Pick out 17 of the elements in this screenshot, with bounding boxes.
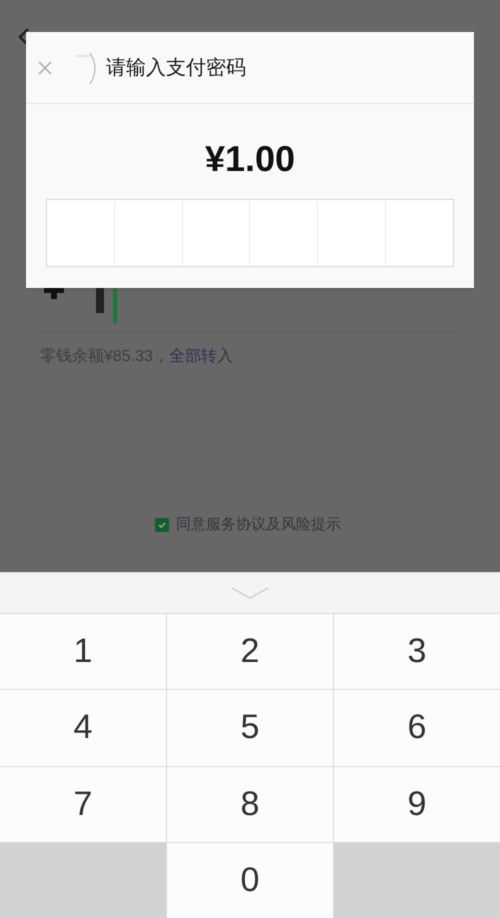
dialog-title: 请输入支付密码 bbox=[106, 56, 246, 80]
digit-key[interactable]: 6 bbox=[334, 690, 500, 766]
digit-key[interactable]: 2 bbox=[167, 614, 333, 690]
digit-key[interactable]: 1 bbox=[0, 614, 166, 690]
digit-key[interactable]: 8 bbox=[167, 766, 333, 842]
close-icon[interactable] bbox=[38, 60, 52, 74]
digit-key[interactable]: 4 bbox=[0, 690, 166, 766]
digit-key[interactable]: 9 bbox=[334, 766, 500, 842]
collapse-chevron-icon[interactable] bbox=[231, 587, 269, 599]
agreement-checkbox[interactable] bbox=[155, 518, 169, 532]
digit-key[interactable]: 0 bbox=[167, 842, 333, 918]
back-icon[interactable] bbox=[18, 28, 30, 46]
check-icon bbox=[157, 520, 167, 530]
payment-amount: ¥1.00 bbox=[204, 141, 296, 177]
digit-key[interactable]: 7 bbox=[0, 766, 166, 842]
digit-key[interactable]: 5 bbox=[167, 690, 333, 766]
digit-key[interactable]: 3 bbox=[334, 614, 500, 690]
